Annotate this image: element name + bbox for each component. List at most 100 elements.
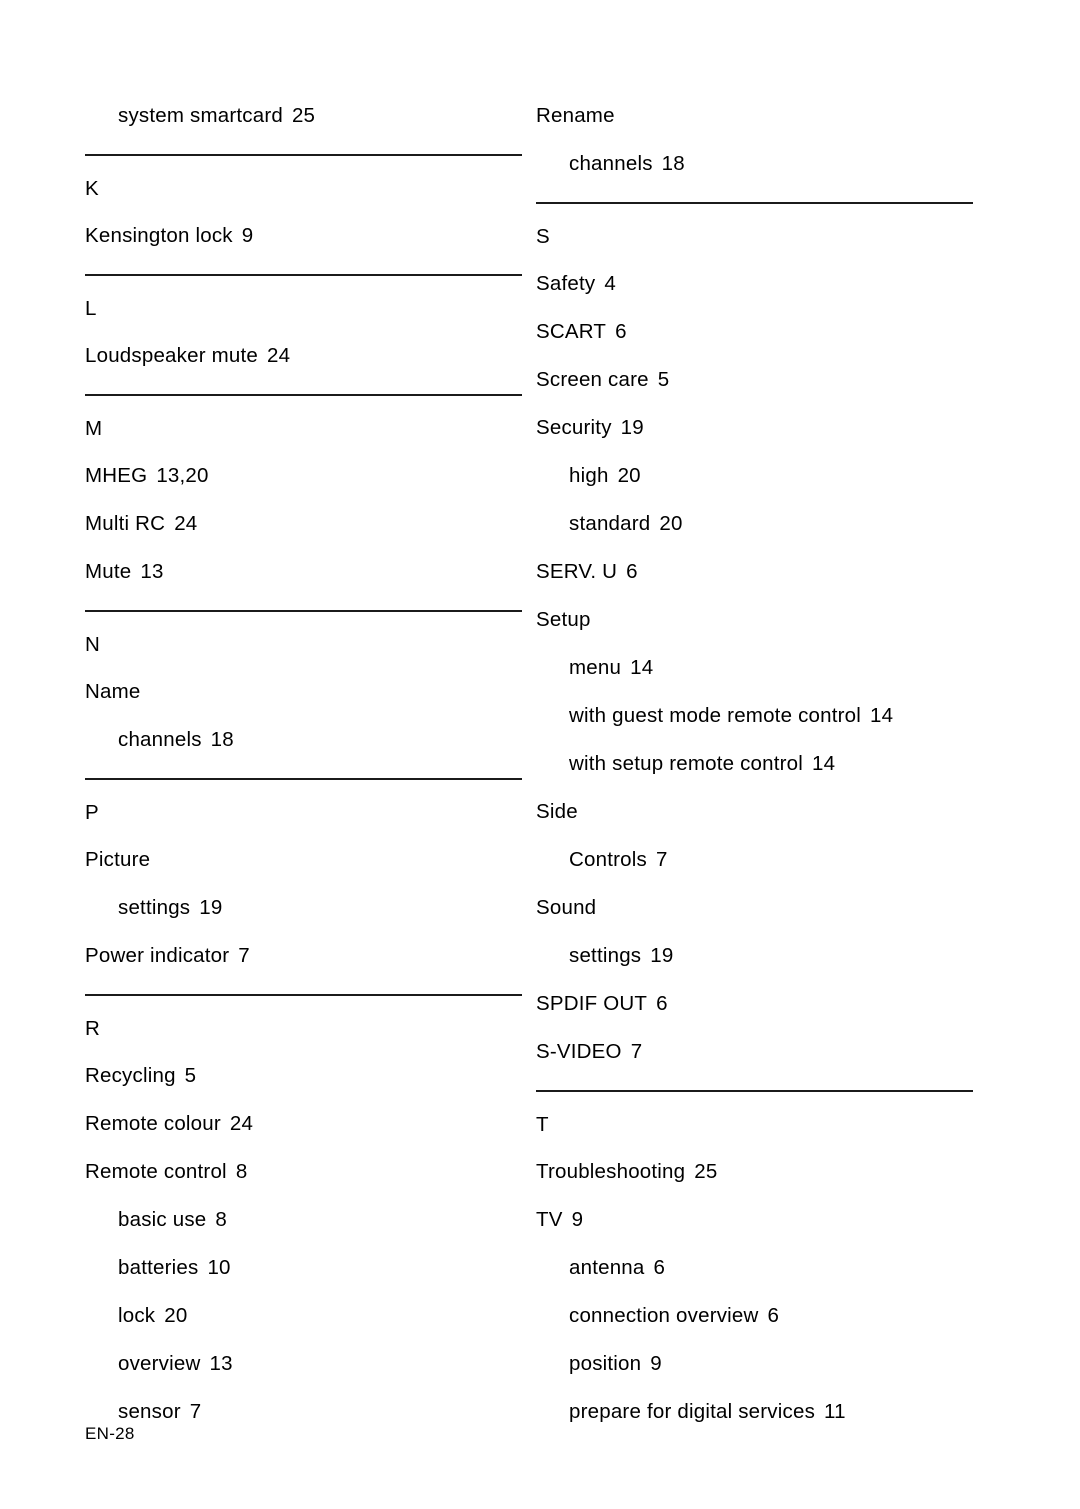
section-divider: [536, 1090, 973, 1092]
section-divider: [85, 394, 522, 396]
index-entry: Screen care 5: [536, 356, 1080, 404]
index-letter-heading: T: [536, 1102, 1080, 1148]
index-entry-term: R: [85, 1017, 101, 1040]
index-entry-term: prepare for digital services: [569, 1400, 816, 1423]
index-subentry: standard 20: [536, 500, 1080, 548]
index-subentry: connection overview 6: [536, 1292, 1080, 1340]
index-entry-pages: 6: [626, 560, 638, 583]
index-entry: Security 19: [536, 404, 1080, 452]
index-subentry: position 9: [536, 1340, 1080, 1388]
section-divider: [85, 778, 522, 780]
index-entry-pages: 24: [267, 344, 291, 367]
index-subentry: menu 14: [536, 644, 1080, 692]
index-letter-heading: K: [85, 166, 468, 212]
index-letter-heading: S: [536, 214, 1080, 260]
index-entry-term: settings: [118, 896, 191, 919]
index-entry-pages: 13: [140, 560, 164, 583]
index-entry-term: position: [569, 1352, 642, 1375]
index-column-right: Rename channels 18 S Safety 4 SCART 6 Screen car…: [468, 0, 1080, 1436]
index-entry-pages: 25: [291, 104, 316, 127]
index-entry-term: M: [85, 417, 103, 440]
index-letter-heading: R: [85, 1006, 468, 1052]
index-entry-term: Rename: [536, 104, 615, 127]
index-entry-pages: 9: [241, 224, 254, 247]
index-entry-term: Kensington lock: [85, 224, 233, 247]
index-entry-pages: 24: [174, 512, 198, 535]
index-entry: SERV. U 6: [536, 548, 1080, 596]
index-entry: Multi RC 24: [85, 500, 468, 548]
index-entry: Name: [85, 668, 468, 716]
index-entry-term: Name: [85, 680, 141, 703]
index-entry-pages: 13: [209, 1352, 233, 1375]
index-entry-pages: 20: [164, 1304, 188, 1327]
index-entry: Rename: [536, 92, 1080, 140]
index-columns: system smartcard 25 K Kensington lock 9 L Loud…: [0, 0, 1080, 1436]
index-entry-pages: 14: [812, 752, 836, 775]
index-entry: Troubleshooting 25: [536, 1148, 1080, 1196]
index-entry-term: Remote colour: [85, 1112, 221, 1135]
section-divider: [85, 610, 522, 612]
index-entry-term: Setup: [536, 608, 591, 631]
page-number-footer: EN-28: [85, 1424, 135, 1443]
index-entry-term: menu: [569, 656, 622, 679]
index-entry: Loudspeaker mute 24: [85, 332, 468, 380]
index-entry-pages: 10: [207, 1256, 231, 1279]
index-subentry: high 20: [536, 452, 1080, 500]
index-entry-pages: 7: [630, 1040, 643, 1063]
index-entry-term: T: [536, 1113, 549, 1136]
index-entry-term: lock: [118, 1304, 156, 1327]
index-entry-pages: 4: [604, 272, 616, 295]
index-entry-pages: 8: [215, 1208, 228, 1231]
index-entry-term: Side: [536, 800, 578, 823]
index-entry-pages: 20: [617, 464, 641, 487]
index-entry-pages: 9: [650, 1352, 662, 1375]
index-entry-pages: 6: [653, 1256, 666, 1279]
index-entry-term: high: [569, 464, 609, 487]
index-entry-term: batteries: [118, 1256, 199, 1279]
index-subentry: system smartcard 25: [85, 92, 468, 140]
index-subentry: prepare for digital services 11: [536, 1388, 1080, 1436]
index-entry-pages: 8: [235, 1160, 248, 1183]
index-subentry: antenna 6: [536, 1244, 1080, 1292]
index-letter-heading: M: [85, 406, 468, 452]
index-entry-term: SCART: [536, 320, 607, 343]
index-entry-pages: 7: [655, 848, 668, 871]
index-subentry: batteries 10: [85, 1244, 468, 1292]
index-entry: Setup: [536, 596, 1080, 644]
index-entry-term: Loudspeaker mute: [85, 344, 259, 367]
index-entry-pages: 7: [189, 1400, 202, 1423]
index-entry-term: Screen care: [536, 368, 649, 391]
index-entry-term: system smartcard: [118, 104, 283, 127]
index-entry: Side: [536, 788, 1080, 836]
index-subentry: with guest mode remote control 14: [536, 692, 1080, 740]
index-column-left: system smartcard 25 K Kensington lock 9 L Loud…: [0, 0, 522, 1436]
index-entry: Recycling 5: [85, 1052, 468, 1100]
index-entry-term: Mute: [85, 560, 132, 583]
index-entry-term: basic use: [118, 1208, 207, 1231]
index-entry: MHEG 13,20: [85, 452, 468, 500]
index-entry-pages: 18: [210, 728, 234, 751]
index-entry-term: SPDIF OUT: [536, 992, 648, 1015]
index-entry: Kensington lock 9: [85, 212, 468, 260]
index-subentry: Controls 7: [536, 836, 1080, 884]
index-entry-term: K: [85, 177, 99, 200]
index-entry-pages: 5: [657, 368, 670, 391]
index-entry-pages: 20: [659, 512, 683, 535]
index-entry-pages: 14: [870, 704, 894, 727]
index-entry-term: Multi RC: [85, 512, 166, 535]
index-entry-pages: 19: [199, 896, 223, 919]
index-entry-pages: 14: [630, 656, 654, 679]
index-subentry: basic use 8: [85, 1196, 468, 1244]
index-subentry: sensor 7: [85, 1388, 468, 1436]
index-subentry: settings 19: [536, 932, 1080, 980]
index-entry-term: Troubleshooting: [536, 1160, 686, 1183]
index-entry-pages: 5: [184, 1064, 197, 1087]
index-entry-term: Safety: [536, 272, 596, 295]
index-subentry: with setup remote control 14: [536, 740, 1080, 788]
index-subentry: channels 18: [536, 140, 1080, 188]
section-divider: [85, 154, 522, 156]
index-letter-heading: P: [85, 790, 468, 836]
index-entry-term: settings: [569, 944, 642, 967]
index-entry-term: overview: [118, 1352, 201, 1375]
index-entry-term: channels: [118, 728, 202, 751]
